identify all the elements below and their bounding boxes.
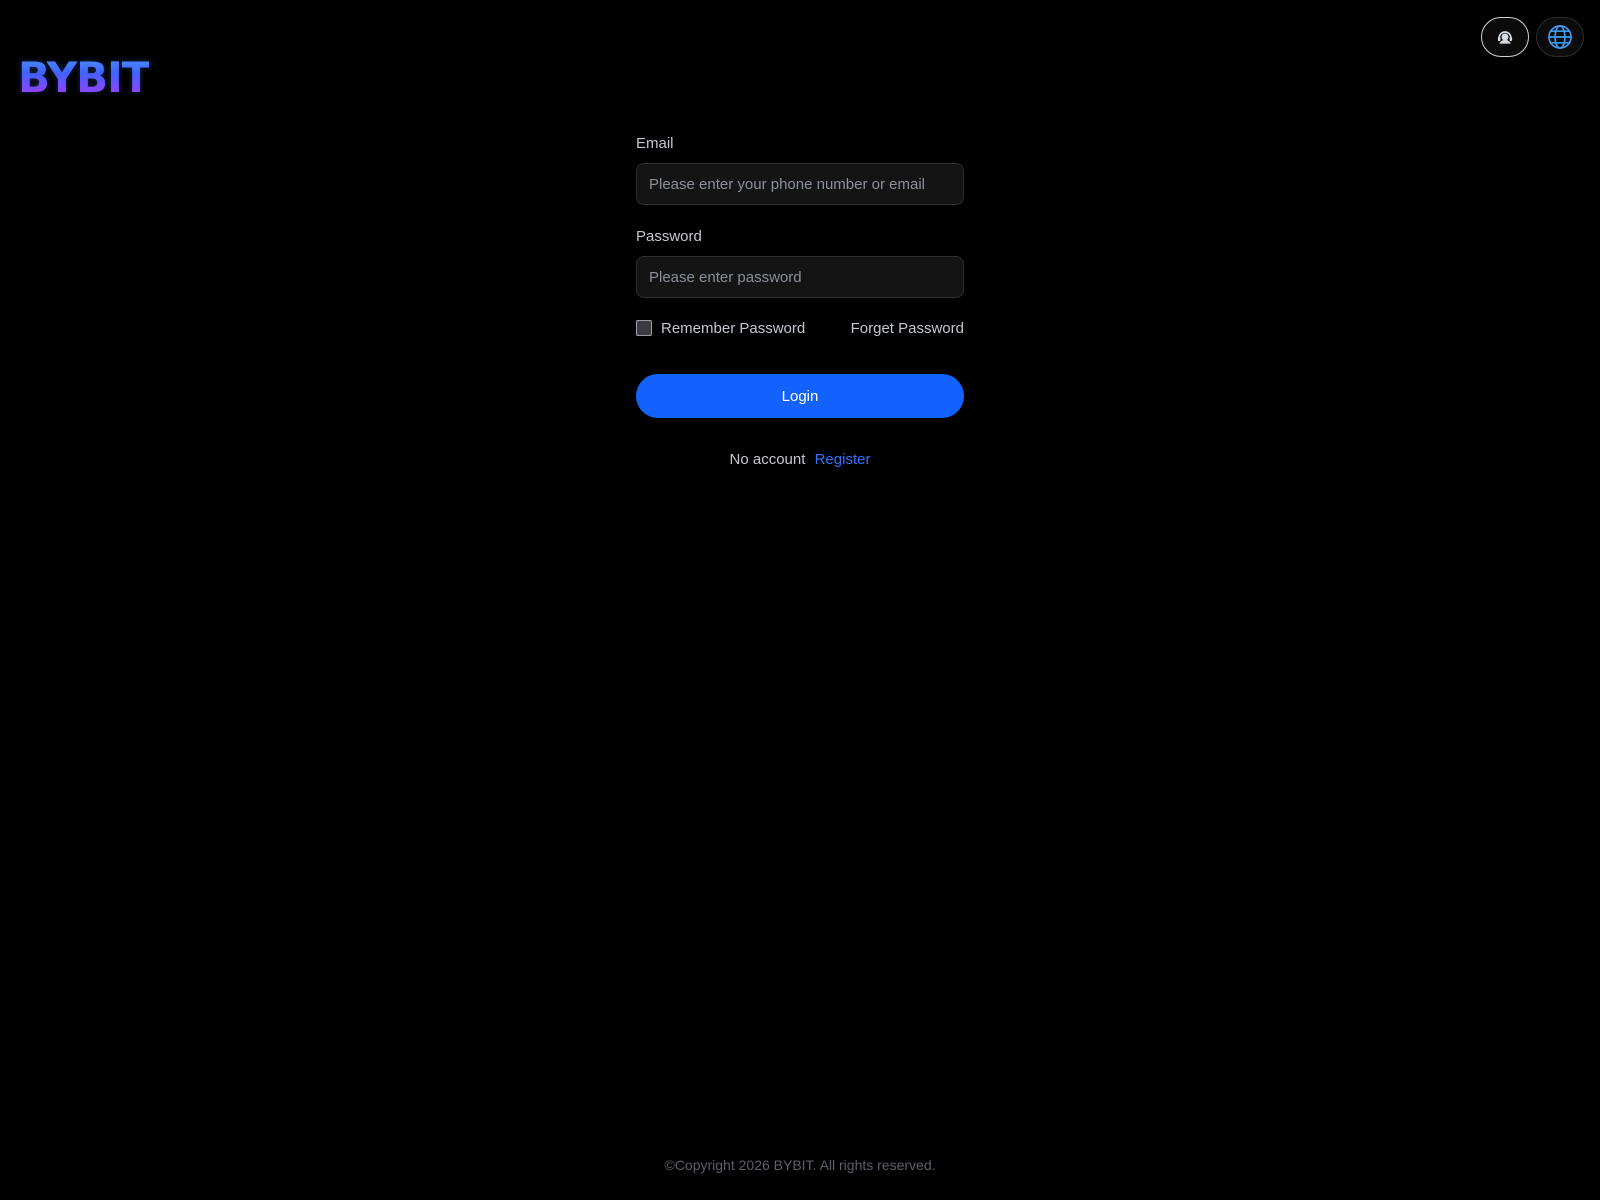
options-row: Remember Password Forget Password <box>636 318 964 338</box>
login-button[interactable]: Login <box>636 374 964 418</box>
language-button[interactable] <box>1536 17 1584 57</box>
password-label: Password <box>636 228 702 245</box>
password-group: Password <box>636 227 964 298</box>
remember-checkbox[interactable] <box>636 320 652 336</box>
no-account-text: No account <box>729 451 806 468</box>
globe-icon <box>1546 23 1574 51</box>
customer-support-icon <box>1495 27 1515 47</box>
remember-password-toggle[interactable]: Remember Password <box>636 320 805 337</box>
remember-password-label: Remember Password <box>661 319 806 337</box>
email-field[interactable] <box>636 163 964 205</box>
login-page: BYBIT Email Please enter your phone numb… <box>0 0 1600 1200</box>
register-link[interactable]: Register <box>815 451 871 468</box>
login-form: Email Password Remember Password Forget … <box>636 134 964 468</box>
customer-support-button[interactable] <box>1481 17 1529 57</box>
forget-password-link[interactable]: Forget Password <box>851 320 964 337</box>
copyright-footer: ©Copyright 2026 BYBIT. All rights reserv… <box>664 1157 936 1173</box>
brand-logo[interactable]: BYBIT <box>18 54 150 102</box>
password-field[interactable] <box>636 256 964 298</box>
email-label: Email <box>636 135 674 152</box>
email-group: Email <box>636 134 964 205</box>
header-actions <box>1481 17 1584 57</box>
register-row: No account Register <box>636 451 964 468</box>
